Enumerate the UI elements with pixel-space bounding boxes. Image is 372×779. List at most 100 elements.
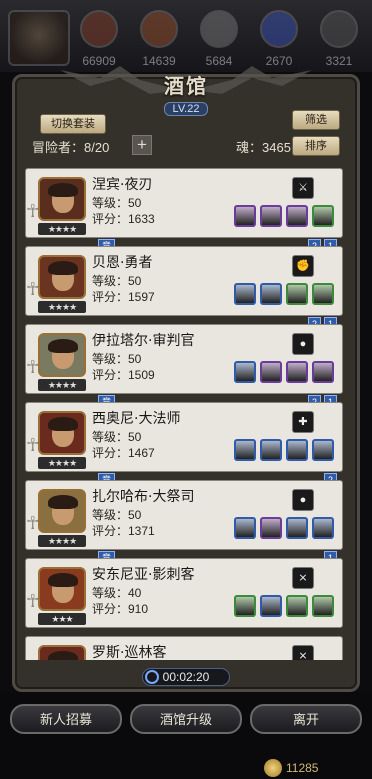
equipment-slot[interactable] xyxy=(260,439,282,461)
resource-bar: 66909 14639 5684 2670 3321 xyxy=(0,0,372,72)
role-icon[interactable]: ⨯ xyxy=(292,567,314,589)
resource-value: 3321 xyxy=(325,54,353,68)
role-icon[interactable]: ● xyxy=(292,333,314,355)
equipment-slot[interactable] xyxy=(234,283,256,305)
hero-level: 等级：50 xyxy=(92,196,142,210)
hero-name: 西奥尼·大法师 xyxy=(92,411,181,427)
resource-5: 3321 xyxy=(316,10,362,68)
hero-stars: ★★★★ xyxy=(38,457,86,469)
equipment-slot[interactable] xyxy=(260,517,282,539)
hero-name: 罗斯·巡林客 xyxy=(92,645,167,660)
hero-avatar[interactable] xyxy=(38,489,86,533)
recruit-button[interactable]: 新人招募 xyxy=(10,704,122,734)
leave-button[interactable]: 离开 xyxy=(250,704,362,734)
equipment-slot[interactable] xyxy=(312,205,334,227)
role-icon[interactable]: ✚ xyxy=(292,411,314,433)
add-slot-button[interactable]: + xyxy=(132,135,152,155)
equipment-slot[interactable] xyxy=(234,595,256,617)
hero-level: 等级：50 xyxy=(92,508,142,522)
equipment-slot[interactable] xyxy=(234,517,256,539)
hero-card[interactable]: ☥★★★★贝恩·勇者等级：50评分：1597✊21 xyxy=(25,246,343,331)
equipment-slot[interactable] xyxy=(312,439,334,461)
resource-icon xyxy=(140,10,178,48)
avatar-hair xyxy=(48,183,78,197)
equipment-slot[interactable] xyxy=(234,439,256,461)
hero-avatar[interactable] xyxy=(38,333,86,377)
hero-score: 评分：1509 xyxy=(92,368,155,382)
role-icon[interactable]: ⨯ xyxy=(292,645,314,660)
hero-level: 等级：50 xyxy=(92,274,142,288)
equipment-slot[interactable] xyxy=(286,205,308,227)
gold-value: 11285 xyxy=(286,761,319,775)
hero-stars: ★★★ xyxy=(38,613,86,625)
equipment-slot[interactable] xyxy=(286,517,308,539)
equipment-slot[interactable] xyxy=(286,439,308,461)
role-icon[interactable]: ● xyxy=(292,489,314,511)
hero-name: 安东尼亚·影刺客 xyxy=(92,567,195,583)
hero-avatar[interactable] xyxy=(38,255,86,299)
soul-count: 魂：3465 xyxy=(236,140,291,155)
hero-name: 伊拉塔尔·审判官 xyxy=(92,333,195,349)
hero-name: 涅宾·夜刃 xyxy=(92,177,153,193)
equipment-row xyxy=(234,205,334,227)
avatar-hair xyxy=(48,417,78,431)
sort-button[interactable]: 排序 xyxy=(292,136,340,156)
equipment-slot[interactable] xyxy=(234,361,256,383)
resource-icon xyxy=(80,10,118,48)
hero-avatar[interactable] xyxy=(38,567,86,611)
equipment-slot[interactable] xyxy=(234,205,256,227)
equipment-slot[interactable] xyxy=(286,361,308,383)
role-icon[interactable]: ⚔ xyxy=(292,177,314,199)
equipment-slot[interactable] xyxy=(260,205,282,227)
gold-display: 11285 xyxy=(260,758,372,778)
hero-stars: ★★★★ xyxy=(38,301,86,313)
timer-text: 00:02:20 xyxy=(162,670,210,684)
resource-icon xyxy=(260,10,298,48)
title-plate: 酒馆 LV.22 xyxy=(118,70,254,120)
equipment-row xyxy=(234,595,334,617)
hero-score: 评分：1597 xyxy=(92,290,155,304)
equipment-row xyxy=(234,439,334,461)
hero-level: 等级：50 xyxy=(92,352,142,366)
hero-card[interactable]: ☥ ★★★ 安东尼亚·影刺客 等级：40 评分：910 ⨯ xyxy=(25,558,343,628)
hero-card[interactable]: ☥★★★★伊拉塔尔·审判官等级：50评分：1509●21竞 xyxy=(25,324,343,409)
tavern-level: LV.22 xyxy=(163,102,209,116)
hero-card[interactable]: ☥★★★★扎尔哈布·大祭司等级：50评分：1371●1竞 xyxy=(25,480,343,565)
avatar-hair xyxy=(48,261,78,275)
avatar-hair xyxy=(48,495,78,509)
hero-card[interactable]: ☥★★★★西奥尼·大法师等级：50评分：1467✚2竞 xyxy=(25,402,343,487)
equipment-slot[interactable] xyxy=(312,595,334,617)
gold-coin-icon xyxy=(264,759,282,777)
resource-icon xyxy=(320,10,358,48)
switch-set-button[interactable]: 切换套装 xyxy=(40,114,106,134)
hero-avatar[interactable] xyxy=(38,177,86,221)
resource-icon xyxy=(200,10,238,48)
hero-name: 贝恩·勇者 xyxy=(92,255,153,271)
player-portrait[interactable] xyxy=(8,10,70,66)
hero-card[interactable]: ☥★★★★涅宾·夜刃等级：50评分：1633⚔21竞 xyxy=(25,168,343,253)
hero-list[interactable]: ☥★★★★涅宾·夜刃等级：50评分：1633⚔21竞☥★★★★贝恩·勇者等级：5… xyxy=(22,160,348,660)
hero-card[interactable]: ☥罗斯·巡林客⨯ xyxy=(25,636,343,660)
equipment-slot[interactable] xyxy=(260,595,282,617)
hero-score: 评分：1467 xyxy=(92,446,155,460)
equipment-slot[interactable] xyxy=(286,283,308,305)
equipment-slot[interactable] xyxy=(260,361,282,383)
role-icon[interactable]: ✊ xyxy=(292,255,314,277)
recruit-timer: 00:02:20 xyxy=(142,668,230,686)
hero-stars: ★★★★ xyxy=(38,223,86,235)
hero-avatar[interactable] xyxy=(38,411,86,455)
upgrade-tavern-button[interactable]: 酒馆升级 xyxy=(130,704,242,734)
filter-button[interactable]: 筛选 xyxy=(292,110,340,130)
adventurer-count: 冒险者：8/20 xyxy=(32,140,110,155)
hero-avatar[interactable] xyxy=(38,645,86,660)
equipment-slot[interactable] xyxy=(312,361,334,383)
page-title: 酒馆 xyxy=(164,74,208,98)
equipment-slot[interactable] xyxy=(286,595,308,617)
equipment-slot[interactable] xyxy=(312,517,334,539)
hero-score: 评分：910 xyxy=(92,602,149,616)
hero-stars: ★★★★ xyxy=(38,535,86,547)
equipment-slot[interactable] xyxy=(312,283,334,305)
equipment-slot[interactable] xyxy=(260,283,282,305)
hero-level: 等级：50 xyxy=(92,430,142,444)
hero-score: 评分：1371 xyxy=(92,524,155,538)
